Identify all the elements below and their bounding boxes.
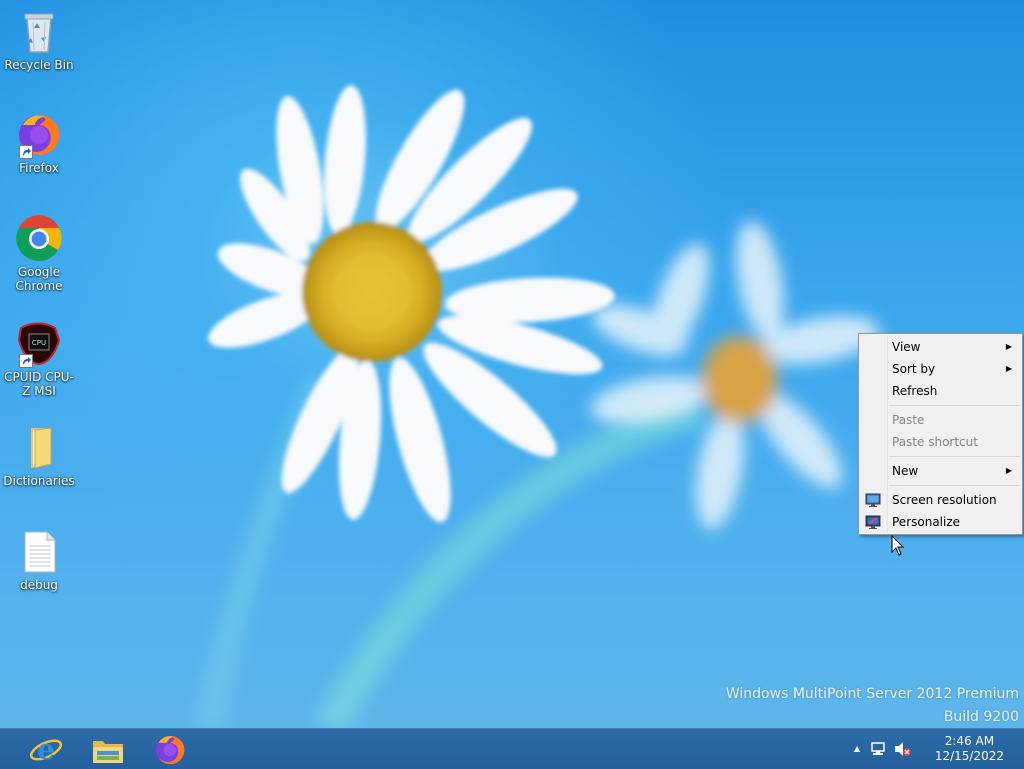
desktop-icon-google-chrome[interactable]: Google Chrome <box>1 215 77 293</box>
menu-item-paste-shortcut[interactable]: Paste shortcut <box>861 431 1020 453</box>
menu-item-refresh[interactable]: Refresh <box>861 380 1020 402</box>
watermark-edition: Windows MultiPoint Server 2012 Premium <box>725 686 1019 702</box>
menu-separator <box>889 456 1020 457</box>
menu-item-label: New <box>892 464 919 478</box>
desktop-icon-label: debug <box>20 578 58 592</box>
clock-time: 2:46 AM <box>944 734 995 748</box>
menu-item-view[interactable]: View ▶ <box>861 336 1020 358</box>
desktop-icon-cpuz[interactable]: CPU CPUID CPU-Z MSI <box>1 320 77 398</box>
taskbar-internet-explorer[interactable]: e <box>14 729 76 769</box>
submenu-arrow-icon: ▶ <box>1005 342 1012 351</box>
menu-item-label: Sort by <box>892 362 936 376</box>
show-hidden-icons-button[interactable]: ▲ <box>854 744 860 753</box>
firefox-icon <box>155 735 185 765</box>
taskbar-file-explorer[interactable] <box>76 729 138 769</box>
folder-icon <box>15 424 63 472</box>
firefox-icon <box>15 111 63 159</box>
menu-item-label: Paste <box>892 413 925 427</box>
file-explorer-icon <box>93 741 123 763</box>
menu-item-paste[interactable]: Paste <box>861 409 1020 431</box>
chrome-icon <box>15 215 63 263</box>
menu-item-label: Paste shortcut <box>892 435 978 449</box>
menu-item-label: Screen resolution <box>892 493 997 507</box>
taskbar-firefox[interactable] <box>138 729 200 769</box>
svg-text:CPU: CPU <box>32 339 46 347</box>
menu-item-new[interactable]: New ▶ <box>861 460 1020 482</box>
internet-explorer-icon: e <box>29 733 63 766</box>
menu-item-personalize[interactable]: Personalize <box>861 511 1020 533</box>
menu-item-label: View <box>892 340 921 354</box>
cpuz-icon: CPU <box>15 320 63 368</box>
svg-text:e: e <box>37 733 55 766</box>
mouse-cursor-icon <box>891 535 905 556</box>
desktop-context-menu: View ▶ Sort by ▶ Refresh Paste Paste sho… <box>858 333 1023 535</box>
desktop[interactable]: Recycle Bin Firefox Google Chrome CPU CP… <box>0 0 1024 728</box>
desktop-icon-label: Google Chrome <box>15 265 63 293</box>
menu-item-sort-by[interactable]: Sort by ▶ <box>861 358 1020 380</box>
desktop-icon-firefox[interactable]: Firefox <box>1 111 77 175</box>
shortcut-arrow-icon <box>19 145 33 159</box>
submenu-arrow-icon: ▶ <box>1005 364 1012 373</box>
desktop-icon-debug[interactable]: debug <box>1 528 77 592</box>
menu-item-label: Personalize <box>892 515 961 529</box>
system-tray: ▲ 2:46 AM 12/15/2022 <box>854 729 1024 769</box>
desktop-icon-dictionaries[interactable]: Dictionaries <box>1 424 77 488</box>
submenu-arrow-icon: ▶ <box>1005 466 1012 475</box>
taskbar-clock[interactable]: 2:46 AM 12/15/2022 <box>935 734 1004 764</box>
personalize-icon <box>865 515 881 529</box>
clock-date: 12/15/2022 <box>934 749 1004 763</box>
desktop-icon-label: Dictionaries <box>3 474 75 488</box>
menu-separator <box>889 405 1020 406</box>
network-icon[interactable] <box>870 741 886 757</box>
desktop-icon-label: Recycle Bin <box>4 58 74 72</box>
shortcut-arrow-icon <box>19 354 33 368</box>
screen-resolution-icon <box>865 493 881 507</box>
menu-item-label: Refresh <box>892 384 938 398</box>
volume-muted-icon[interactable] <box>894 741 912 757</box>
taskbar: e ▲ 2:46 AM 12/15/2022 <box>0 728 1024 769</box>
text-file-icon <box>15 528 63 576</box>
menu-item-screen-resolution[interactable]: Screen resolution <box>861 489 1020 511</box>
menu-separator <box>889 485 1020 486</box>
recycle-bin-icon <box>15 8 63 56</box>
desktop-icon-label: CPUID CPU-Z MSI <box>4 370 74 398</box>
desktop-icon-label: Firefox <box>19 161 59 175</box>
os-watermark: Windows MultiPoint Server 2012 Premium B… <box>726 683 1019 728</box>
desktop-icon-recycle-bin[interactable]: Recycle Bin <box>1 8 77 72</box>
watermark-build: Build 9200 <box>943 709 1019 725</box>
